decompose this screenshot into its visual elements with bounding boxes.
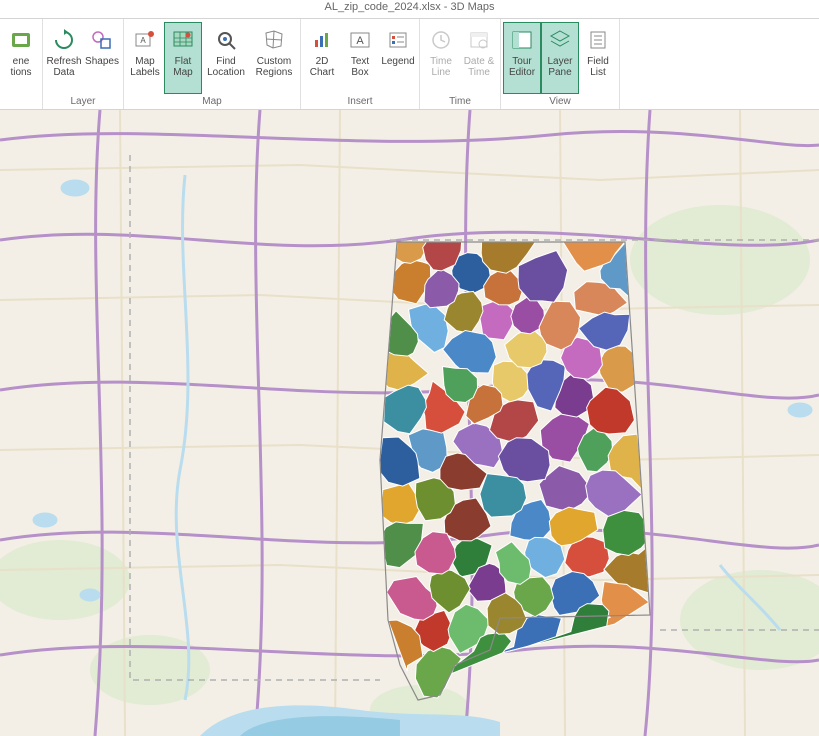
- svg-text:A: A: [140, 36, 146, 45]
- flatmap-icon: [169, 26, 197, 54]
- button-label: Field List: [587, 56, 609, 78]
- group-label: Layer: [45, 94, 121, 108]
- button-label: Flat Map: [173, 56, 192, 78]
- flat-map-button[interactable]: Flat Map: [164, 22, 202, 94]
- scene-icon: [7, 26, 35, 54]
- fieldlist-icon: [584, 26, 612, 54]
- findloc-icon: [212, 26, 240, 54]
- legend-icon: [384, 26, 412, 54]
- button-label: Find Location: [207, 56, 245, 78]
- 2d-chart-button[interactable]: 2D Chart: [303, 22, 341, 94]
- button-label: Custom Regions: [256, 56, 293, 78]
- button-label: Layer Pane: [547, 56, 572, 78]
- refresh-icon: [50, 26, 78, 54]
- group-label: [2, 94, 40, 108]
- layer-pane-button[interactable]: Layer Pane: [541, 22, 579, 94]
- group-label: Map: [126, 94, 298, 108]
- find-location-button[interactable]: Find Location: [202, 22, 250, 94]
- shapes-icon: [88, 26, 116, 54]
- region-cell[interactable]: [603, 510, 646, 556]
- layerpane-icon: [546, 26, 574, 54]
- map-svg: [0, 110, 819, 736]
- button-label: Tour Editor: [509, 56, 535, 78]
- map-labels-button[interactable]: A Map Labels: [126, 22, 164, 94]
- date-time-button: Date & Time: [460, 22, 498, 94]
- ribbon-group: Time Line Date & Time Time: [420, 19, 501, 109]
- button-label: Legend: [381, 56, 414, 67]
- field-list-button[interactable]: Field List: [579, 22, 617, 94]
- tour-editor-button[interactable]: Tour Editor: [503, 22, 541, 94]
- regions-icon: [260, 26, 288, 54]
- svg-text:A: A: [356, 35, 364, 47]
- textbox-icon: A: [346, 26, 374, 54]
- window-title: AL_zip_code_2024.xlsx - 3D Maps: [0, 0, 819, 18]
- timeline-icon: [427, 26, 455, 54]
- ribbon-group: A Map Labels Flat Map Find Location Custom R…: [124, 19, 301, 109]
- button-label: Date & Time: [464, 56, 495, 78]
- button-label: ene tions: [10, 56, 31, 78]
- button-label: Text Box: [351, 56, 369, 78]
- refresh-data-button[interactable]: Refresh Data: [45, 22, 83, 94]
- button-label: Map Labels: [130, 56, 159, 78]
- toureditor-icon: [508, 26, 536, 54]
- text-box-button[interactable]: A Text Box: [341, 22, 379, 94]
- custom-regions-button[interactable]: Custom Regions: [250, 22, 298, 94]
- ribbon-group: Refresh DataShapes Layer: [43, 19, 124, 109]
- datetime-icon: [465, 26, 493, 54]
- ribbon-group: 2D Chart A Text Box Legend Insert: [301, 19, 420, 109]
- ribbon-group: ene tions: [0, 19, 43, 109]
- ribbon-group: Tour Editor Layer Pane Field List View: [501, 19, 620, 109]
- maplabels-icon: A: [131, 26, 159, 54]
- legend-button[interactable]: Legend: [379, 22, 417, 94]
- group-label: Insert: [303, 94, 417, 108]
- button-label: Shapes: [85, 56, 119, 67]
- ribbon-toolbar: ene tions Refresh DataShapes Layer A Map Lab…: [0, 18, 819, 110]
- group-label: Time: [422, 94, 498, 108]
- button-label: 2D Chart: [310, 56, 334, 78]
- chart2d-icon: [308, 26, 336, 54]
- map-canvas[interactable]: [0, 110, 819, 736]
- button-label: Refresh Data: [47, 56, 82, 78]
- shapes-button[interactable]: Shapes: [83, 22, 121, 94]
- group-label: View: [503, 94, 617, 108]
- region-cell[interactable]: [480, 474, 527, 517]
- button-label: Time Line: [430, 56, 452, 78]
- time-line-button: Time Line: [422, 22, 460, 94]
- scene-options-button[interactable]: ene tions: [2, 22, 40, 94]
